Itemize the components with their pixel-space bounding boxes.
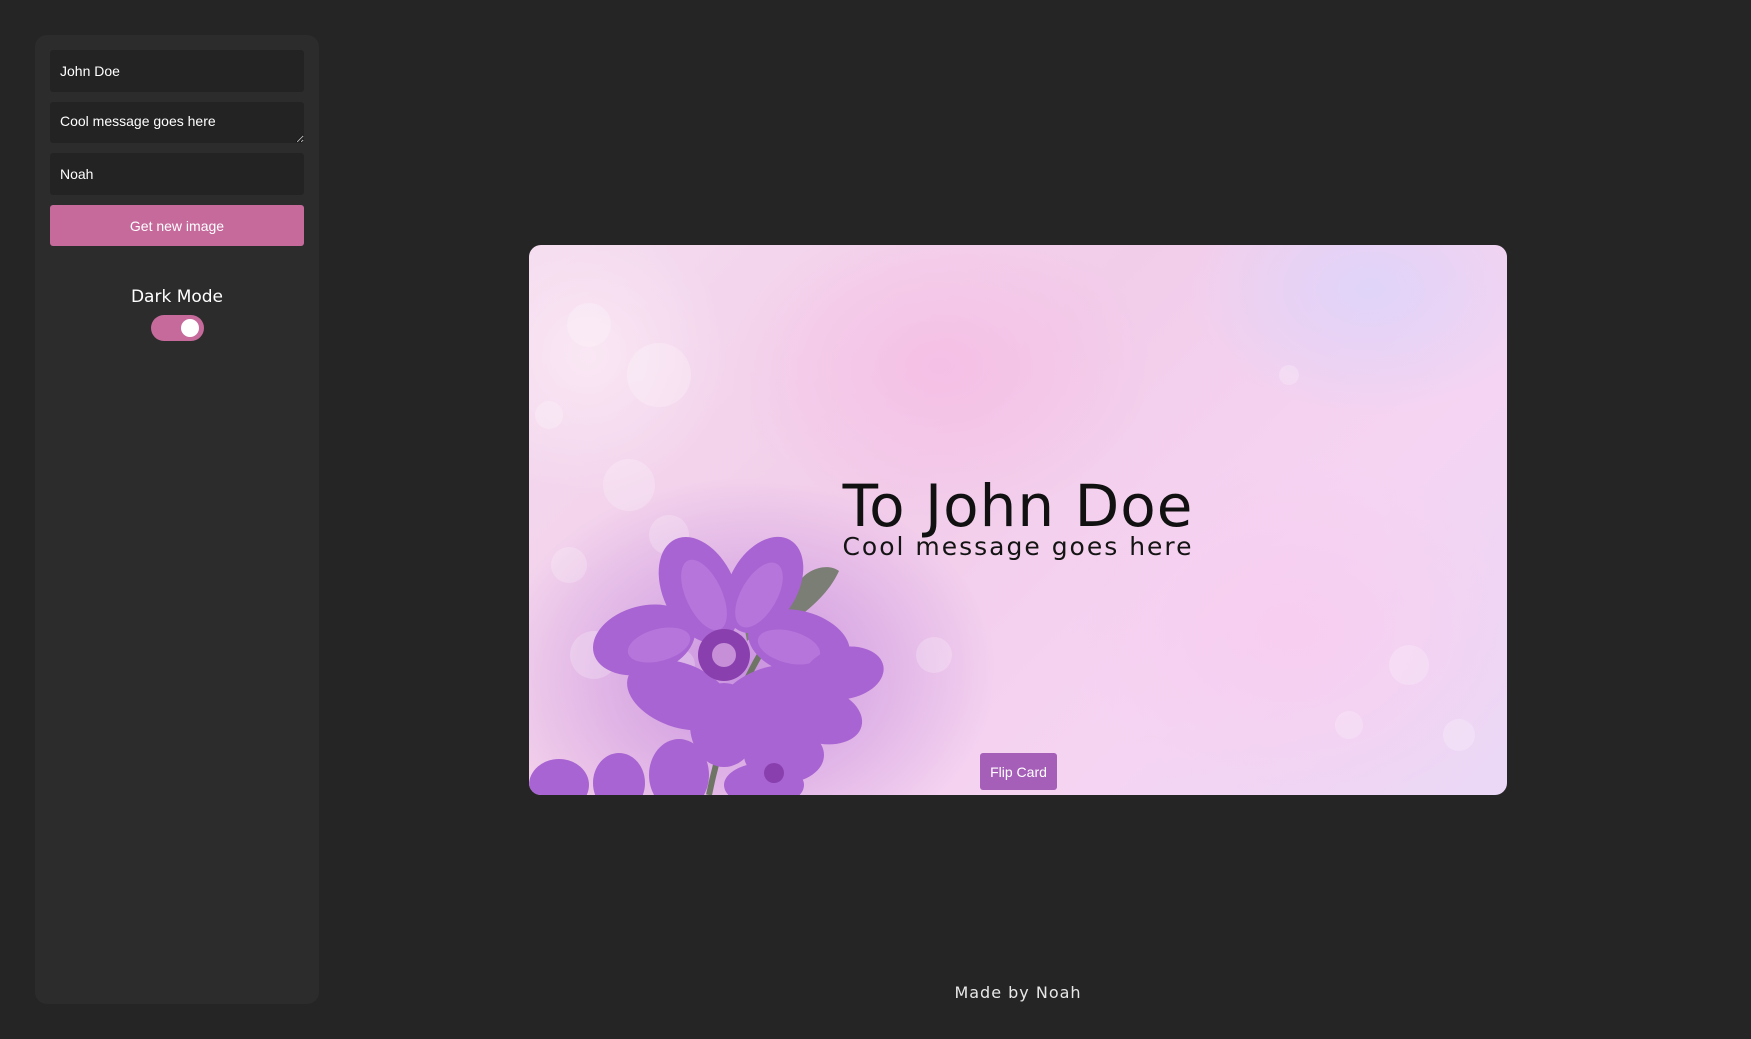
card-recipient-heading: To John Doe: [842, 472, 1194, 540]
footer-credit: Made by Noah: [954, 983, 1082, 1002]
message-textarea[interactable]: Cool message goes here: [50, 102, 304, 143]
greeting-card: To John Doe Cool message goes here Flip …: [529, 245, 1507, 795]
get-new-image-button[interactable]: Get new image: [50, 205, 304, 246]
dark-mode-toggle[interactable]: [150, 315, 204, 341]
recipient-name-input[interactable]: [50, 50, 304, 92]
toggle-knob: [180, 319, 199, 337]
flip-card-button[interactable]: Flip Card: [980, 753, 1057, 790]
card-message: Cool message goes here: [842, 532, 1194, 561]
dark-mode-setting: Dark Mode: [35, 285, 319, 346]
sender-name-input[interactable]: [50, 153, 304, 195]
dark-mode-label: Dark Mode: [130, 287, 224, 307]
sidebar-panel: Cool message goes here Get new image Dar…: [35, 35, 319, 1004]
